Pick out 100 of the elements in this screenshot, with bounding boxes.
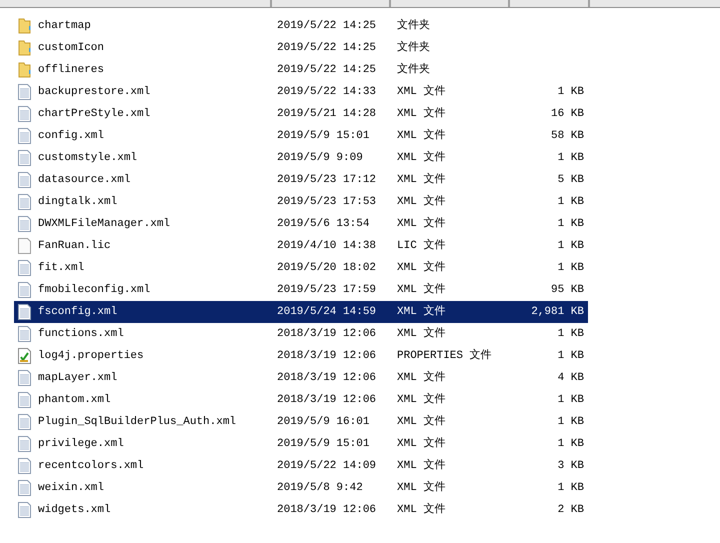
file-size: 2,981 KB — [531, 304, 584, 320]
file-row[interactable]: phantom.xml 2018/3/19 12:06 XML 文件 1 KB — [14, 389, 588, 411]
file-size: 58 KB — [550, 128, 584, 144]
modified-date: 2019/5/24 14:59 — [277, 304, 378, 320]
file-type: XML 文件 — [397, 84, 446, 100]
file-size: 1 KB — [558, 216, 584, 232]
file-row[interactable]: config.xml 2019/5/9 15:01 XML 文件 58 KB — [14, 125, 588, 147]
file-row[interactable]: FanRuan.lic 2019/4/10 14:38 LIC 文件 1 KB — [14, 235, 588, 257]
file-type: XML 文件 — [397, 414, 446, 430]
document-icon — [18, 128, 31, 144]
document-icon — [18, 414, 31, 430]
file-row[interactable]: chartPreStyle.xml 2019/5/21 14:28 XML 文件 16 KB — [14, 103, 588, 125]
file-row[interactable]: chartmap 2019/5/22 14:25 文件夹 — [14, 15, 588, 37]
file-name: weixin.xml — [38, 480, 106, 496]
file-size: 1 KB — [558, 480, 584, 496]
file-name: FanRuan.lic — [38, 238, 112, 254]
file-row[interactable]: fmobileconfig.xml 2019/5/23 17:59 XML 文件 95 KB — [14, 279, 588, 301]
folder-icon — [18, 40, 31, 56]
modified-date: 2019/5/8 9:42 — [277, 480, 364, 496]
file-size: 1 KB — [558, 414, 584, 430]
file-row[interactable]: recentcolors.xml 2019/5/22 14:09 XML 文件 3 KB — [14, 455, 588, 477]
file-name: recentcolors.xml — [38, 458, 145, 474]
modified-date: 2018/3/19 12:06 — [277, 502, 378, 518]
modified-date: 2019/5/23 17:59 — [277, 282, 378, 298]
file-row[interactable]: DWXMLFileManager.xml 2019/5/6 13:54 XML 文件 1 KB — [14, 213, 588, 235]
file-type: XML 文件 — [397, 370, 446, 386]
file-name: fmobileconfig.xml — [38, 282, 152, 298]
file-row[interactable]: offlineres 2019/5/22 14:25 文件夹 — [14, 59, 588, 81]
file-row[interactable]: weixin.xml 2019/5/8 9:42 XML 文件 1 KB — [14, 477, 588, 499]
document-icon — [18, 304, 31, 320]
file-name: chartPreStyle.xml — [38, 106, 152, 122]
file-name: DWXMLFileManager.xml — [38, 216, 172, 232]
document-icon — [18, 282, 31, 298]
file-type: XML 文件 — [397, 480, 446, 496]
modified-date: 2019/5/23 17:53 — [277, 194, 378, 210]
modified-date: 2019/5/20 18:02 — [277, 260, 378, 276]
modified-date: 2019/4/10 14:38 — [277, 238, 378, 254]
file-name: phantom.xml — [38, 392, 112, 408]
file-name: widgets.xml — [38, 502, 112, 518]
file-row[interactable]: functions.xml 2018/3/19 12:06 XML 文件 1 KB — [14, 323, 588, 345]
modified-date: 2019/5/21 14:28 — [277, 106, 378, 122]
file-row[interactable]: Plugin_SqlBuilderPlus_Auth.xml 2019/5/9 16:01 XML 文件 1 KB — [14, 411, 588, 433]
modified-date: 2019/5/23 17:12 — [277, 172, 378, 188]
file-name: customstyle.xml — [38, 150, 138, 166]
file-size: 1 KB — [558, 260, 584, 276]
file-row[interactable]: customstyle.xml 2019/5/9 9:09 XML 文件 1 KB — [14, 147, 588, 169]
file-row[interactable]: dingtalk.xml 2019/5/23 17:53 XML 文件 1 KB — [14, 191, 588, 213]
document-icon — [18, 216, 31, 232]
file-row[interactable]: datasource.xml 2019/5/23 17:12 XML 文件 5 KB — [14, 169, 588, 191]
file-size: 4 KB — [558, 370, 584, 386]
folder-icon — [18, 62, 31, 78]
document-icon — [18, 370, 31, 386]
file-size: 1 KB — [558, 150, 584, 166]
file-row[interactable]: widgets.xml 2018/3/19 12:06 XML 文件 2 KB — [14, 499, 588, 521]
file-row[interactable]: customIcon 2019/5/22 14:25 文件夹 — [14, 37, 588, 59]
file-row[interactable]: mapLayer.xml 2018/3/19 12:06 XML 文件 4 KB — [14, 367, 588, 389]
document-icon — [18, 392, 31, 408]
document-icon — [18, 326, 31, 342]
document-icon — [18, 458, 31, 474]
file-name: customIcon — [38, 40, 106, 56]
blank-file-icon — [18, 238, 31, 254]
folder-icon — [18, 18, 31, 34]
file-name: dingtalk.xml — [38, 194, 118, 210]
file-type: 文件夹 — [397, 40, 430, 56]
document-icon — [18, 480, 31, 496]
modified-date: 2019/5/9 9:09 — [277, 150, 364, 166]
file-name: Plugin_SqlBuilderPlus_Auth.xml — [38, 414, 238, 430]
file-row[interactable]: privilege.xml 2019/5/9 15:01 XML 文件 1 KB — [14, 433, 588, 455]
file-row[interactable]: log4j.properties 2018/3/19 12:06 PROPERTIES 文件 1 KB — [14, 345, 588, 367]
modified-date: 2019/5/22 14:25 — [277, 62, 378, 78]
file-type: XML 文件 — [397, 458, 446, 474]
document-icon — [18, 194, 31, 210]
file-size: 1 KB — [558, 194, 584, 210]
file-size: 1 KB — [558, 84, 584, 100]
file-size: 1 KB — [558, 436, 584, 452]
file-size: 95 KB — [550, 282, 584, 298]
checked-file-icon — [18, 348, 31, 364]
file-size: 1 KB — [558, 238, 584, 254]
file-size: 2 KB — [558, 502, 584, 518]
file-size: 3 KB — [558, 458, 584, 474]
document-icon — [18, 172, 31, 188]
modified-date: 2019/5/22 14:09 — [277, 458, 378, 474]
file-name: fit.xml — [38, 260, 86, 276]
file-type: PROPERTIES 文件 — [397, 348, 492, 364]
file-name: config.xml — [38, 128, 106, 144]
file-name: privilege.xml — [38, 436, 125, 452]
modified-date: 2019/5/22 14:25 — [277, 40, 378, 56]
modified-date: 2019/5/22 14:25 — [277, 18, 378, 34]
file-row[interactable]: fit.xml 2019/5/20 18:02 XML 文件 1 KB — [14, 257, 588, 279]
file-size: 1 KB — [558, 392, 584, 408]
file-row[interactable]: fsconfig.xml 2019/5/24 14:59 XML 文件 2,981 KB — [14, 301, 588, 323]
file-name: mapLayer.xml — [38, 370, 118, 386]
file-row[interactable]: backuprestore.xml 2019/5/22 14:33 XML 文件 1 KB — [14, 81, 588, 103]
file-type: XML 文件 — [397, 436, 446, 452]
document-icon — [18, 106, 31, 122]
file-type: XML 文件 — [397, 502, 446, 518]
file-type: LIC 文件 — [397, 238, 446, 254]
modified-date: 2018/3/19 12:06 — [277, 392, 378, 408]
file-size: 5 KB — [558, 172, 584, 188]
file-name: fsconfig.xml — [38, 304, 118, 320]
